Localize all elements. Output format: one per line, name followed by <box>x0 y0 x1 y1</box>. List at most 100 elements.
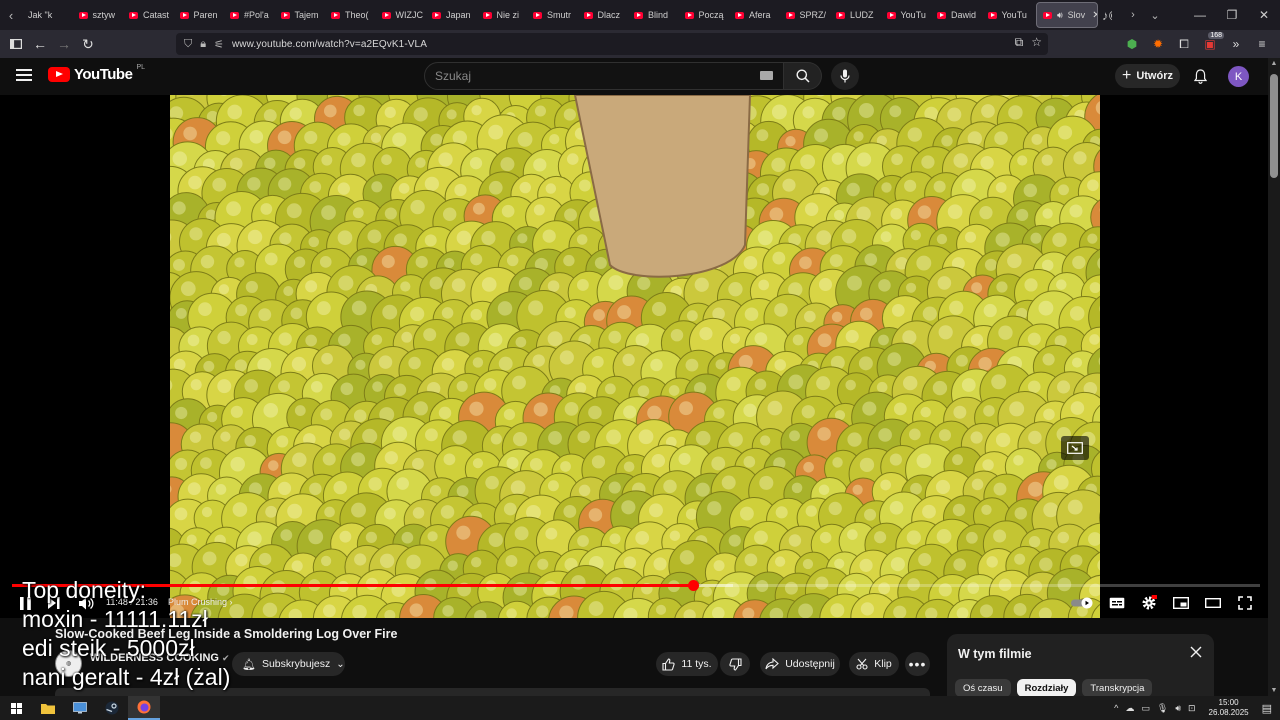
sidebar-toggle-icon[interactable] <box>4 30 28 58</box>
bookmark-star-icon[interactable]: ☆ <box>1031 35 1042 50</box>
tabs-scroll-left-icon[interactable]: ‹ <box>0 0 22 30</box>
extensions-area: ⬢ ✹ ⧠ ▣ 168 » ≡ <box>1122 30 1272 58</box>
subscribe-button[interactable]: 🔔︎ Subskrybujesz ⌄ <box>232 652 345 676</box>
guide-menu-icon[interactable] <box>16 69 32 81</box>
overlay-line: Top doneity: <box>22 577 147 603</box>
scroll-up-icon[interactable]: ▲ <box>1270 60 1278 67</box>
address-bar[interactable]: ⛉ 🔒︎ ⚟ www.youtube.com/watch?v=a2EQvK1-V… <box>176 33 1048 55</box>
video-player[interactable]: 11:48 / 21:36 Plum Crushing › <box>0 95 1268 618</box>
browser-tab[interactable]: LUDZ <box>830 0 881 30</box>
browser-tab[interactable]: Tajem <box>275 0 326 30</box>
url-text[interactable]: www.youtube.com/watch?v=a2EQvK1-VLA <box>232 39 427 50</box>
more-actions-button[interactable]: ••• <box>905 652 930 676</box>
dislike-button[interactable] <box>720 652 750 676</box>
adblock-extension-icon[interactable]: ▣ 168 <box>1200 32 1224 54</box>
browser-tab[interactable]: YouTu <box>982 0 1033 30</box>
record-tab-icon[interactable]: ◉ <box>1109 0 1113 30</box>
voice-search-button[interactable] <box>831 62 859 90</box>
notifications-bell-icon[interactable] <box>1190 66 1210 86</box>
share-button[interactable]: Udostępnij <box>760 652 840 676</box>
browser-tab[interactable]: sztyw <box>73 0 124 30</box>
tab-chapters[interactable]: Rozdziały <box>1016 679 1077 697</box>
video-frame[interactable] <box>170 95 1100 618</box>
more-tools-icon[interactable]: » <box>1226 34 1246 54</box>
browser-tab[interactable]: Nie zi <box>477 0 528 30</box>
tracking-shield-icon[interactable]: ⛉ <box>184 38 192 51</box>
start-button[interactable] <box>0 696 32 720</box>
reload-button[interactable]: ↻ <box>76 30 100 58</box>
speaker-icon[interactable]: 🔊︎ <box>1175 703 1181 714</box>
lock-icon[interactable]: 🔒︎ <box>200 38 206 51</box>
browser-tab-label: Tajem <box>294 10 319 20</box>
browser-tab[interactable]: Theo( <box>325 0 376 30</box>
search-input[interactable]: Szukaj <box>424 62 784 90</box>
picture-in-picture-icon[interactable]: ⧉ <box>1015 35 1024 50</box>
taskbar-firefox[interactable] <box>128 696 160 720</box>
page-scrollbar[interactable]: ▲ ▼ <box>1268 58 1280 696</box>
screen-share-icon[interactable] <box>1061 436 1089 460</box>
like-button[interactable]: 11 tys. <box>656 652 718 676</box>
minimize-window-icon[interactable]: — <box>1184 0 1216 30</box>
browser-tab[interactable]: Jak "k <box>22 0 73 30</box>
forward-button[interactable]: → <box>52 30 76 58</box>
browser-tab[interactable]: Paren <box>174 0 225 30</box>
search-button[interactable] <box>784 62 822 90</box>
browser-tab[interactable]: Afera <box>729 0 780 30</box>
browser-tab[interactable]: Smutr <box>527 0 578 30</box>
browser-tab[interactable]: YouTu <box>881 0 932 30</box>
browser-tab[interactable]: Dlacz <box>578 0 629 30</box>
list-all-tabs-icon[interactable]: ⌄ <box>1144 0 1166 30</box>
taskbar-steam[interactable] <box>96 696 128 720</box>
app-menu-icon[interactable]: ≡ <box>1252 34 1272 54</box>
close-window-icon[interactable]: ✕ <box>1248 0 1280 30</box>
browser-tab[interactable]: SPRZ/ <box>780 0 831 30</box>
scroll-down-icon[interactable]: ▼ <box>1270 687 1278 694</box>
subtitles-button[interactable] <box>1108 593 1126 613</box>
extensions-puzzle-icon[interactable]: ⧠ <box>1174 34 1194 54</box>
display-icon[interactable]: ⊡ <box>1188 703 1196 714</box>
account-avatar[interactable]: K <box>1228 66 1249 87</box>
cloud-icon[interactable]: ☁ <box>1125 703 1134 714</box>
miniplayer-button[interactable] <box>1172 593 1190 613</box>
browser-tab-label: Afera <box>749 10 771 20</box>
restore-window-icon[interactable]: ❐ <box>1216 0 1248 30</box>
permissions-icon[interactable]: ⚟ <box>214 38 224 51</box>
close-tab-icon[interactable]: ✕ <box>1092 10 1097 21</box>
browser-tab[interactable]: Japan <box>426 0 477 30</box>
vpn-extension-icon[interactable]: ⬢ <box>1122 34 1142 54</box>
taskbar-app-monitor[interactable] <box>64 696 96 720</box>
clock-time: 15:00 <box>1218 698 1239 707</box>
browser-tab[interactable]: Dawid <box>931 0 982 30</box>
youtube-favicon-icon <box>886 11 896 19</box>
browser-tab[interactable]: #Pol'a <box>224 0 275 30</box>
browser-tab[interactable]: Blind <box>628 0 679 30</box>
clip-button[interactable]: Klip <box>849 652 899 676</box>
browser-tab[interactable]: Catast <box>123 0 174 30</box>
tray-overflow-icon[interactable]: ^ <box>1114 703 1118 713</box>
taskbar-clock[interactable]: 15:00 26.08.2025 <box>1209 698 1249 718</box>
scrollbar-thumb[interactable] <box>1270 74 1278 178</box>
network-icon[interactable]: ▭ <box>1141 703 1150 714</box>
browser-tab[interactable]: WIZJC <box>376 0 427 30</box>
youtube-logo[interactable]: YouTube PL <box>48 64 145 83</box>
browser-tab[interactable]: Począ <box>679 0 730 30</box>
close-icon[interactable] <box>1188 644 1204 660</box>
notifications-icon[interactable]: ▤ <box>1262 702 1272 715</box>
taskbar-file-explorer[interactable] <box>32 696 64 720</box>
create-button[interactable]: + Utwórz <box>1115 64 1180 88</box>
fox-extension-icon[interactable]: ✹ <box>1148 34 1168 54</box>
settings-button[interactable] <box>1140 593 1158 613</box>
keyboard-icon[interactable] <box>760 71 773 80</box>
theater-mode-button[interactable] <box>1204 593 1222 613</box>
autoplay-toggle[interactable] <box>1070 593 1096 613</box>
browser-tab-active[interactable]: 🔊︎ Slov ✕ <box>1036 2 1098 28</box>
tab-audio-icon[interactable]: 🔊︎ <box>1057 10 1063 21</box>
tab-transcript[interactable]: Transkrypcja <box>1082 679 1153 697</box>
microphone-tray-icon[interactable]: 🎙︎ <box>1157 703 1168 714</box>
browser-tab-strip: ‹ Jak "k sztyw Catast Paren #Pol'a Tajem Theo(… <box>0 0 1280 30</box>
tab-timeline[interactable]: Oś czasu <box>955 679 1011 697</box>
back-button[interactable]: ← <box>28 30 52 58</box>
fullscreen-button[interactable] <box>1236 593 1254 613</box>
tab-strip-controls: › ⌄ — ❐ ✕ <box>1122 0 1280 30</box>
tabs-scroll-right-icon[interactable]: › <box>1122 0 1144 30</box>
